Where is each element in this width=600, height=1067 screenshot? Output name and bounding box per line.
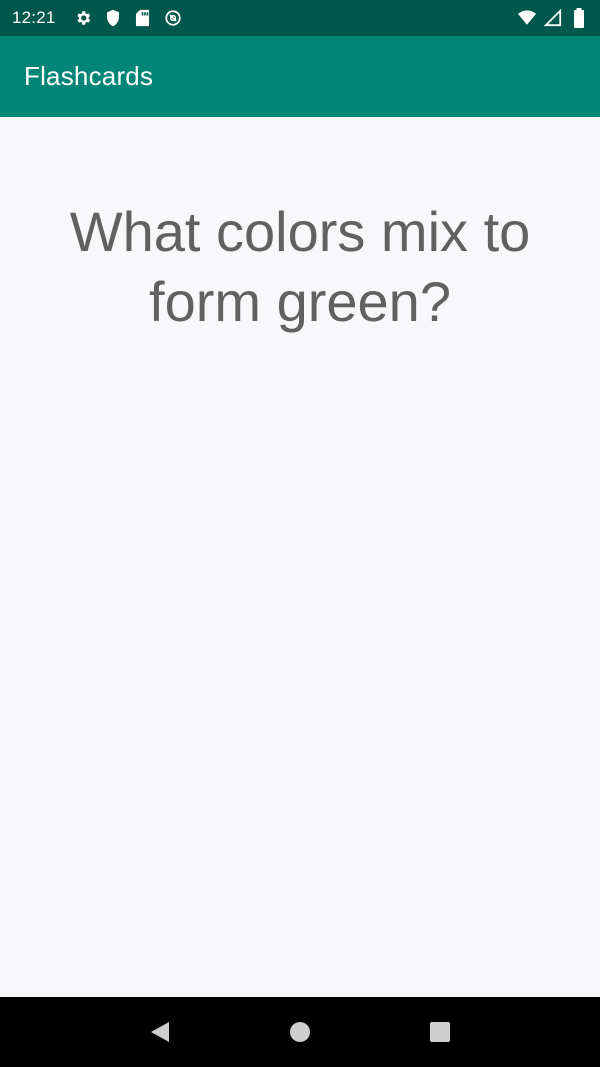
shield-icon: [104, 9, 122, 27]
status-notification-icons: [74, 9, 182, 27]
sd-card-icon: [134, 9, 152, 27]
navigation-bar: [0, 997, 600, 1067]
cell-signal-icon: [544, 9, 562, 27]
recents-icon[interactable]: [416, 1008, 464, 1056]
back-icon[interactable]: [136, 1008, 184, 1056]
gear-icon: [74, 9, 92, 27]
flashcard-question[interactable]: What colors mix to form green?: [30, 197, 570, 337]
status-system-icons: [518, 8, 588, 28]
battery-icon: [570, 8, 588, 28]
flashcard-area[interactable]: What colors mix to form green?: [0, 117, 600, 997]
wifi-icon: [518, 9, 536, 27]
status-time: 12:21: [12, 8, 56, 27]
status-bar: 12:21: [0, 0, 600, 36]
app-title: Flashcards: [24, 61, 154, 91]
no-sync-icon: [164, 9, 182, 27]
home-icon[interactable]: [276, 1008, 324, 1056]
app-bar: Flashcards: [0, 36, 600, 117]
